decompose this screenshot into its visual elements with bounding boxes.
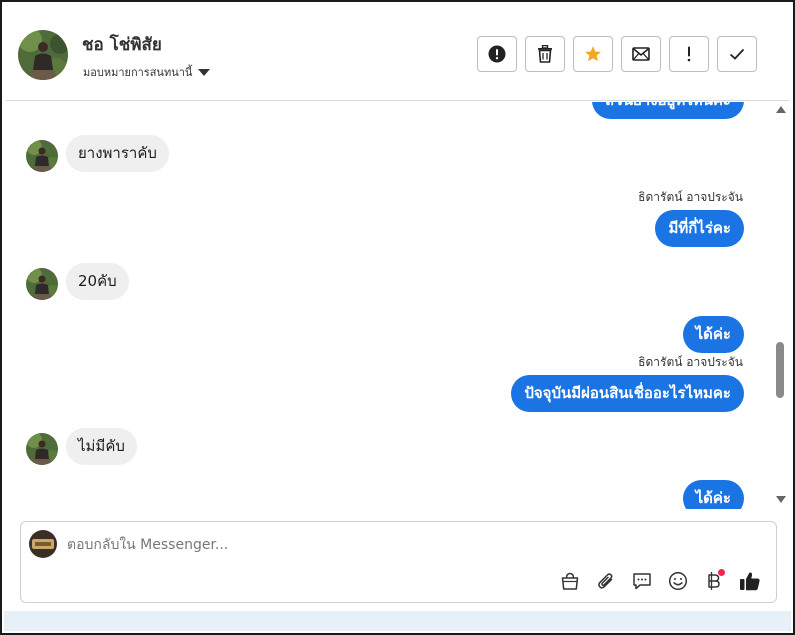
scroll-down-arrow-icon[interactable] <box>776 496 786 503</box>
smiley-icon <box>668 571 688 591</box>
contact-avatar-small <box>26 268 58 300</box>
reply-composer <box>20 521 777 603</box>
composer-toolbar <box>552 568 768 594</box>
mark-unread-button[interactable] <box>621 36 661 72</box>
outgoing-message[interactable]: สวนยางอยู่ที่ไหนคะ <box>592 102 744 119</box>
envelope-icon <box>632 47 650 61</box>
follow-up-button[interactable] <box>669 36 709 72</box>
star-icon <box>585 46 601 62</box>
page-avatar <box>29 530 57 558</box>
outgoing-message[interactable]: มีที่กี่ไร่คะ <box>655 210 744 247</box>
assign-conversation-dropdown[interactable]: มอบหมายการสนทนานี้ <box>83 63 211 81</box>
paperclip-icon <box>598 573 613 589</box>
notification-dot <box>718 569 725 576</box>
incoming-message[interactable]: 20คับ <box>66 263 129 300</box>
contact-name[interactable]: ชอ โช่พิสัย <box>82 31 162 58</box>
exclamation-icon <box>687 46 691 62</box>
payment-button[interactable] <box>696 568 732 594</box>
outgoing-message[interactable]: ได้ค่ะ <box>682 316 744 353</box>
assign-label: มอบหมายการสนทนานี้ <box>83 66 193 79</box>
quick-reply-button[interactable] <box>624 568 660 594</box>
reply-input[interactable] <box>67 533 747 557</box>
chat-bubble-icon <box>633 573 651 590</box>
incoming-message[interactable]: ไม่มีคับ <box>66 428 137 465</box>
delete-button[interactable] <box>525 36 565 72</box>
trash-icon <box>538 45 552 63</box>
like-button[interactable] <box>732 568 768 594</box>
exclamation-circle-icon <box>488 45 506 63</box>
sender-name: ธิดารัตน์ อาจประจัน <box>638 190 743 204</box>
caret-down-icon <box>198 69 211 76</box>
scroll-thumb[interactable] <box>776 342 784 398</box>
outgoing-message[interactable]: ได้ค่ะ <box>682 480 744 509</box>
thread-scrollbar[interactable] <box>773 102 787 509</box>
star-button[interactable] <box>573 36 613 72</box>
saved-replies-button[interactable] <box>552 568 588 594</box>
bottom-background-strip <box>4 611 791 631</box>
check-icon <box>729 48 745 60</box>
contact-avatar[interactable] <box>18 30 68 80</box>
message-thread[interactable]: สวนยางอยู่ที่ไหนคะ ยางพาราคับ ธิดารัตน์ … <box>6 102 789 509</box>
header-actions <box>477 36 757 72</box>
attach-button[interactable] <box>588 568 624 594</box>
messenger-inbox-panel: ชอ โช่พิสัย มอบหมายการสนทนานี้ ยางพาราคั… <box>0 0 795 635</box>
scroll-up-arrow-icon[interactable] <box>776 106 786 113</box>
contact-avatar-small <box>26 140 58 172</box>
emoji-button[interactable] <box>660 568 696 594</box>
incoming-message[interactable]: ยางพาราคับ <box>66 135 169 172</box>
sender-name: ธิดารัตน์ อาจประจัน <box>638 355 743 369</box>
report-button[interactable] <box>477 36 517 72</box>
thumbs-up-icon <box>740 572 760 591</box>
conversation-header: ชอ โช่พิสัย มอบหมายการสนทนานี้ <box>6 6 789 101</box>
bag-icon <box>561 572 579 590</box>
mark-done-button[interactable] <box>717 36 757 72</box>
outgoing-message[interactable]: ปัจจุบันมีผ่อนสินเชื่ออะไรไหมคะ <box>511 375 744 412</box>
contact-avatar-small <box>26 433 58 465</box>
